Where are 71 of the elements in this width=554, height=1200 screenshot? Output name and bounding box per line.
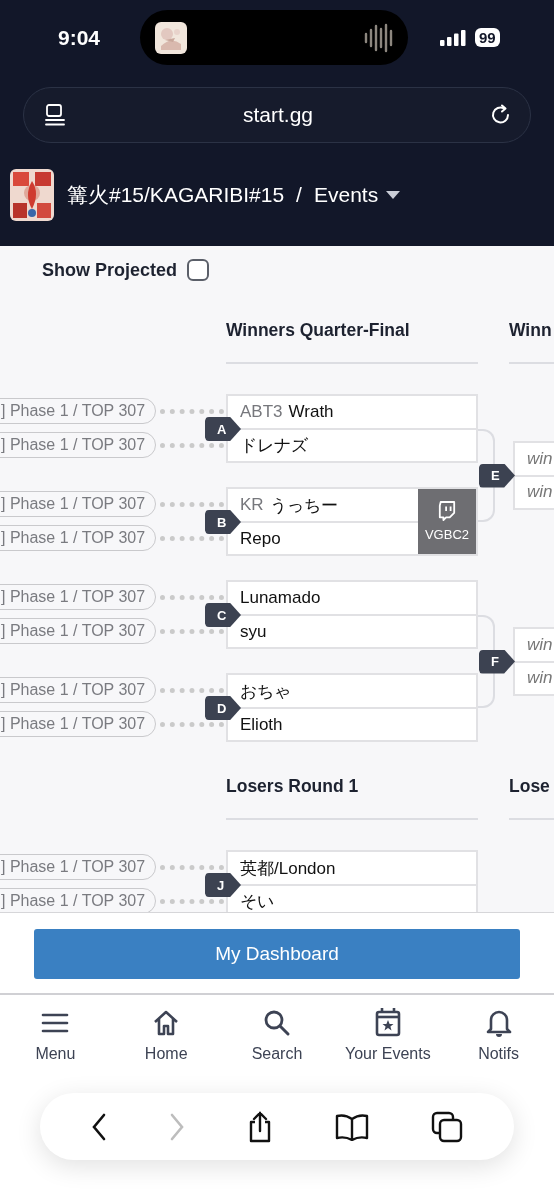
tournament-title[interactable]: 篝火#15/KAGARIBI#15 [67,181,285,209]
player-prefix: KR [240,495,264,515]
share-button[interactable] [247,1110,273,1143]
chat-bubble-icon [438,501,456,521]
seed-pill[interactable]: ] Phase 1 / TOP 307 [0,677,156,703]
player-name: win [527,448,553,469]
breadcrumb-separator: / [296,183,302,207]
stream-label: VGBC2 [424,527,470,542]
player-name: Wrath [288,402,334,422]
stream-tag[interactable]: VGBC2 [418,489,476,554]
player-name: syu [240,621,267,642]
round-title: Lose [509,776,550,796]
match-card[interactable]: おちゃ Elioth [226,673,478,742]
player-name: Elioth [240,714,283,735]
signal-icon [440,29,466,46]
match-card[interactable]: win win [513,626,554,696]
seed-pill[interactable]: ] Phase 1 / TOP 307 [0,432,156,458]
nav-tab[interactable]: Home [110,1007,222,1063]
dashboard-button[interactable]: My Dashboard [34,929,520,979]
player-name: Repo [240,528,281,549]
player-name: Lunamado [240,588,321,608]
player-name: ドレナズ [240,435,308,457]
match-badge: F [479,649,515,674]
nav-tab[interactable]: Notifs [443,1007,554,1063]
tabs-icon [431,1110,463,1143]
show-projected-checkbox[interactable] [187,259,210,281]
show-projected-label: Show Projected [42,259,178,281]
match-card[interactable]: win win [513,440,554,510]
player-name: そい [240,891,274,912]
player-name: 英都/London [240,857,336,880]
seed-pill[interactable]: ] Phase 1 / TOP 307 [0,398,156,424]
seed-pill[interactable]: ] Phase 1 / TOP 307 [0,525,156,551]
nav-tab[interactable]: Your Events [332,1007,444,1063]
tabs-button[interactable] [431,1110,463,1143]
bookmarks-button[interactable] [335,1112,369,1141]
player-name: うっちー [269,494,338,517]
player-name: win [527,482,553,502]
player-prefix: ABT3 [240,402,283,422]
seed-pill[interactable]: ] Phase 1 / TOP 307 [0,711,156,737]
back-icon [91,1112,107,1141]
match-card[interactable]: Lunamado syu [226,580,478,649]
player-name: おちゃ [240,680,291,703]
seed-pill[interactable]: ] Phase 1 / TOP 307 [0,854,156,880]
match-card[interactable]: KR うっちー Repo VGBC2 [226,487,478,556]
round-title: Winn [509,320,552,340]
forward-icon [169,1112,185,1141]
round-title: Winners Quarter-Final [226,320,410,340]
search-icon [263,1009,291,1037]
match-card[interactable]: ABT3 Wrath ドレナズ [226,394,478,463]
match-card[interactable]: 英都/London そい [226,850,478,912]
seed-pill[interactable]: ] Phase 1 / TOP 307 [0,888,156,912]
share-icon [247,1110,273,1143]
status-time: 9:04 [58,25,100,50]
player-name: win [527,634,553,655]
caret-icon [386,191,401,199]
reader-icon[interactable] [43,103,67,127]
seed-pill[interactable]: ] Phase 1 / TOP 307 [0,618,156,644]
book-icon [335,1112,369,1141]
address-bar[interactable]: start.gg [23,87,531,143]
waveform-icon [364,21,394,54]
round-title: Losers Round 1 [226,776,359,796]
seed-pill[interactable]: ] Phase 1 / TOP 307 [0,584,156,610]
back-button[interactable] [91,1112,107,1141]
seed-pill[interactable]: ] Phase 1 / TOP 307 [0,491,156,517]
nav-tab[interactable]: Search [221,1007,333,1063]
nav-tab[interactable]: Menu [0,1007,111,1063]
events-dropdown[interactable]: Events [313,183,401,207]
url-text: start.gg [241,103,314,127]
battery-level: 99 [475,28,500,47]
match-badge: E [479,463,515,488]
player-name: win [527,668,553,688]
